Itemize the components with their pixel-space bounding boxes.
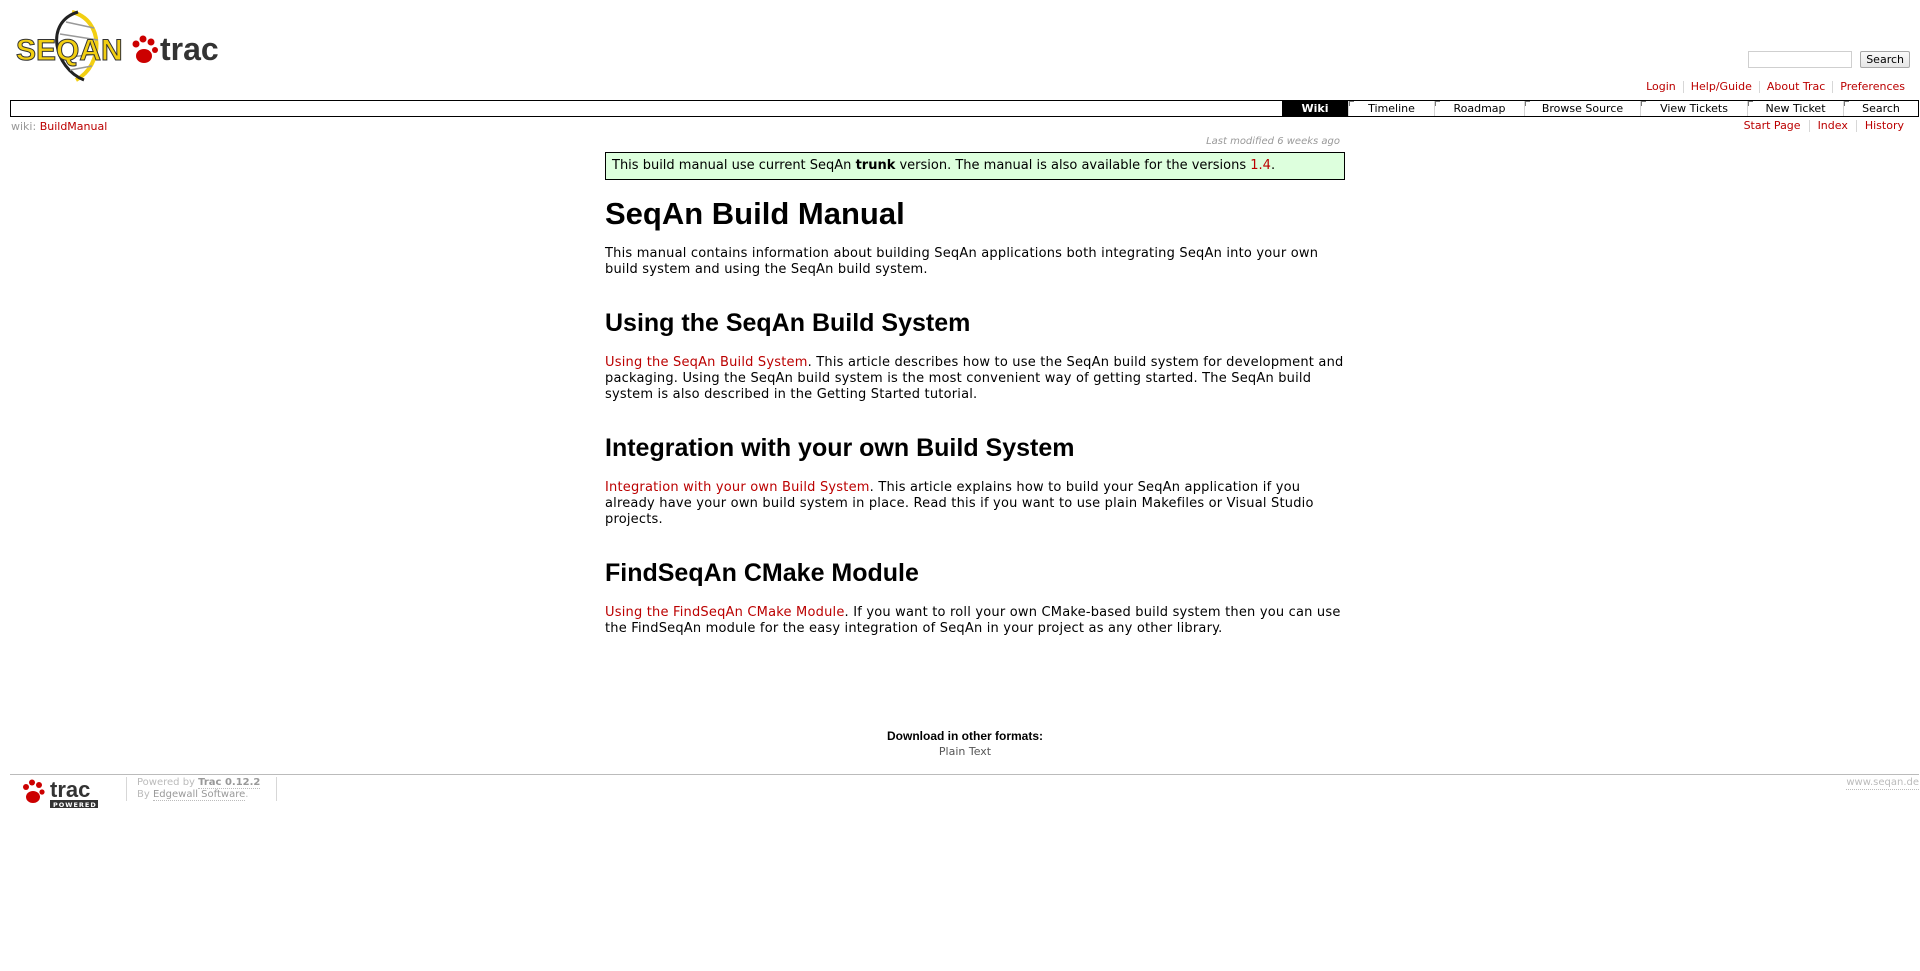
context-navigation: Start Page Index History: [1736, 120, 1912, 132]
tab-view-tickets-label[interactable]: View Tickets: [1641, 101, 1747, 116]
version-1-4-link[interactable]: 1.4: [1250, 158, 1271, 173]
tab-new-ticket-label[interactable]: New Ticket: [1748, 101, 1843, 116]
site-header: SEQAN trac Search Login Help/Guide About…: [0, 0, 1920, 100]
search-input[interactable]: [1748, 51, 1853, 68]
findseqan-link[interactable]: Using the FindSeqAn CMake Module: [605, 605, 845, 620]
notice-text-before: This build manual use current SeqAn: [612, 158, 856, 173]
intro-paragraph: This manual contains information about b…: [605, 246, 1319, 277]
alternate-formats: Download in other formats: Plain Text: [605, 728, 1325, 760]
about-trac-link[interactable]: About Trac: [1758, 81, 1832, 93]
site-footer: trac POWERED Powered by Trac 0.12.2 By E…: [10, 774, 1919, 810]
seqan-logo-text: SEQAN: [16, 34, 123, 67]
footer-divider: [276, 777, 277, 801]
meta-navigation: Login Help/Guide About Trac Preferences: [1639, 81, 1912, 93]
tab-timeline-label[interactable]: Timeline: [1349, 101, 1434, 116]
login-link[interactable]: Login: [1639, 81, 1683, 93]
footer-powered-text: POWERED: [53, 801, 97, 809]
powered-prefix: Powered by: [137, 777, 199, 788]
notice-text-middle: version. The manual is also available fo…: [895, 158, 1251, 173]
section-paragraph-findseqan: Using the FindSeqAn CMake Module. If you…: [605, 605, 1345, 637]
alt-formats-heading: Download in other formats:: [887, 729, 1043, 743]
search-form: Search: [1748, 51, 1910, 68]
by-suffix: .: [245, 789, 249, 800]
trac-paw-icon: [23, 779, 45, 803]
tab-search-label[interactable]: Search: [1844, 101, 1918, 116]
version-notice: This build manual use current SeqAn trun…: [605, 152, 1345, 180]
preferences-link[interactable]: Preferences: [1832, 81, 1912, 93]
breadcrumb: wiki: BuildManual: [11, 120, 107, 133]
help-guide-link[interactable]: Help/Guide: [1682, 81, 1759, 93]
section-paragraph-integration: Integration with your own Build System. …: [605, 480, 1345, 528]
index-link[interactable]: Index: [1808, 120, 1856, 132]
tab-search[interactable]: Search: [1843, 101, 1918, 116]
edgewall-link[interactable]: Edgewall Software: [152, 789, 246, 801]
section-heading-integration: Integration with your own Build System: [605, 434, 1075, 462]
breadcrumb-page-link[interactable]: BuildManual: [40, 120, 108, 133]
trac-version-link[interactable]: Trac 0.12.2: [198, 777, 261, 789]
notice-text-after: .: [1270, 158, 1276, 173]
search-button[interactable]: Search: [1860, 51, 1910, 68]
footer-trac-text: trac: [50, 777, 90, 802]
trac-paw-icon: [132, 35, 158, 63]
seqan-site-link[interactable]: www.seqan.de: [1846, 777, 1919, 790]
tab-roadmap[interactable]: Roadmap: [1434, 101, 1524, 116]
tab-browse-source[interactable]: Browse Source: [1524, 101, 1640, 116]
section-paragraph-build-system: Using the SeqAn Build System. This artic…: [605, 355, 1345, 403]
section-heading-findseqan: FindSeqAn CMake Module: [605, 559, 919, 587]
tab-browse-source-label[interactable]: Browse Source: [1525, 101, 1640, 116]
breadcrumb-prefix: wiki:: [11, 120, 37, 133]
section-heading-build-system: Using the SeqAn Build System: [605, 309, 971, 337]
history-link[interactable]: History: [1855, 120, 1912, 132]
by-prefix: By: [137, 789, 153, 800]
tab-wiki-label[interactable]: Wiki: [1282, 101, 1348, 116]
page-title: SeqAn Build Manual: [605, 196, 905, 231]
last-modified: Last modified 6 weeks ago: [1206, 136, 1340, 147]
powered-by-text: Powered by Trac 0.12.2 By Edgewall Softw…: [126, 777, 261, 801]
seqan-trac-logo[interactable]: SEQAN trac: [14, 10, 229, 82]
wiki-content: Last modified 6 weeks ago This build man…: [605, 136, 1345, 637]
notice-trunk: trunk: [855, 158, 896, 173]
integration-link[interactable]: Integration with your own Build System: [605, 480, 870, 495]
tab-timeline[interactable]: Timeline: [1348, 101, 1434, 116]
plain-text-link[interactable]: Plain Text: [939, 745, 991, 758]
trac-powered-badge[interactable]: trac POWERED: [22, 777, 116, 809]
tab-wiki[interactable]: Wiki: [1282, 101, 1348, 116]
build-system-link[interactable]: Using the SeqAn Build System: [605, 355, 808, 370]
tab-view-tickets[interactable]: View Tickets: [1640, 101, 1747, 116]
tab-new-ticket[interactable]: New Ticket: [1747, 101, 1843, 116]
tab-roadmap-label[interactable]: Roadmap: [1435, 101, 1524, 116]
main-navigation: Wiki Timeline Roadmap Browse Source View…: [10, 100, 1919, 117]
start-page-link[interactable]: Start Page: [1736, 120, 1809, 132]
trac-logo-text: trac: [160, 31, 219, 67]
